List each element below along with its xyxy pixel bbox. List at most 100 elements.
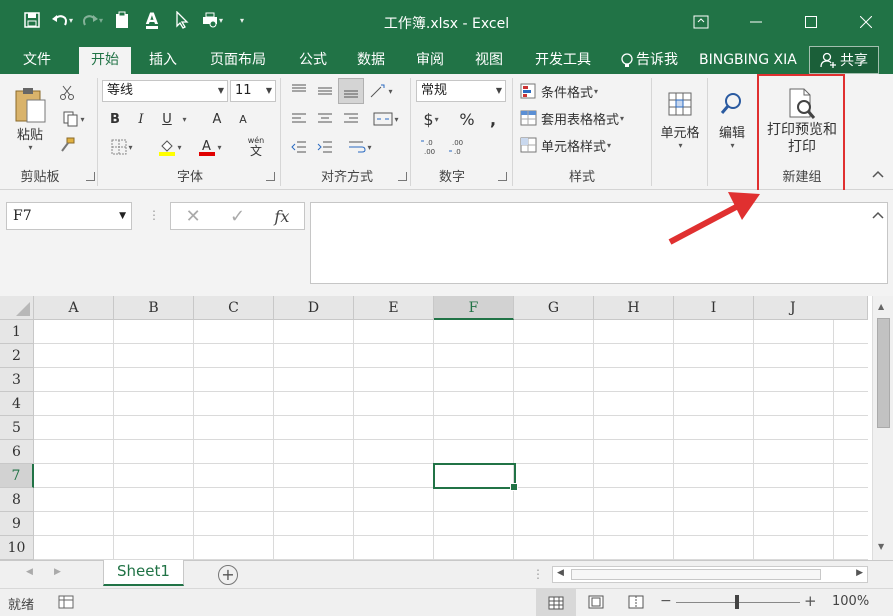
name-box[interactable]: F7 ▼ xyxy=(6,202,132,230)
zoom-out-button[interactable]: − xyxy=(660,593,672,609)
column-header-h[interactable]: H xyxy=(594,296,674,320)
align-bottom-icon[interactable] xyxy=(338,78,364,104)
cell-area[interactable] xyxy=(34,320,868,560)
vertical-scroll-thumb[interactable] xyxy=(877,318,890,428)
tab-page-layout[interactable]: 页面布局 xyxy=(200,47,276,74)
cut-icon[interactable] xyxy=(56,82,78,104)
underline-dropdown[interactable]: ▾ xyxy=(178,108,190,130)
column-header-e[interactable]: E xyxy=(354,296,434,320)
maximize-icon[interactable] xyxy=(783,0,838,44)
comma-style-button[interactable]: , xyxy=(482,108,504,130)
font-size-combo[interactable]: 11 ▼ xyxy=(230,80,276,102)
tell-me-box[interactable]: 告诉我 xyxy=(620,47,678,74)
zoom-level[interactable]: 100% xyxy=(832,594,869,609)
font-color-icon[interactable]: A xyxy=(140,8,164,32)
scroll-down-icon[interactable]: ▼ xyxy=(878,542,884,551)
scroll-up-icon[interactable]: ▲ xyxy=(878,302,884,311)
next-sheet-icon[interactable]: ▶ xyxy=(54,567,61,577)
cell-styles-button[interactable]: 单元格样式 ▾ xyxy=(520,134,632,156)
scroll-right-icon[interactable]: ▶ xyxy=(856,568,863,578)
tab-review[interactable]: 审阅 xyxy=(407,47,453,74)
align-top-icon[interactable] xyxy=(288,80,310,102)
format-as-table-button[interactable]: 套用表格格式 ▾ xyxy=(520,107,646,129)
horizontal-scrollbar[interactable]: ◀ ▶ xyxy=(552,566,868,583)
collapse-formula-bar-icon[interactable] xyxy=(872,208,884,222)
zoom-slider-thumb[interactable] xyxy=(735,595,739,609)
scroll-left-icon[interactable]: ◀ xyxy=(557,568,564,578)
shrink-font-button[interactable]: A xyxy=(232,108,254,130)
zoom-in-button[interactable]: + xyxy=(804,592,817,610)
row-header-4[interactable]: 4 xyxy=(0,392,34,416)
pointer-icon[interactable] xyxy=(170,8,194,32)
align-right-icon[interactable] xyxy=(340,108,362,130)
horizontal-scroll-thumb[interactable] xyxy=(571,569,821,580)
add-sheet-icon[interactable]: + xyxy=(218,565,238,585)
tab-file[interactable]: 文件 xyxy=(14,47,60,74)
fill-color-button[interactable]: ▾ xyxy=(152,136,188,158)
decrease-decimal-icon[interactable]: .00.0 xyxy=(446,136,470,158)
font-name-combo[interactable]: 等线 ▼ xyxy=(102,80,228,102)
alignment-launcher-icon[interactable] xyxy=(398,172,407,181)
paste-button[interactable]: 粘贴 ▾ xyxy=(8,80,52,158)
tab-insert[interactable]: 插入 xyxy=(140,47,186,74)
collapse-ribbon-icon[interactable] xyxy=(870,166,886,182)
row-header-6[interactable]: 6 xyxy=(0,440,34,464)
row-header-8[interactable]: 8 xyxy=(0,488,34,512)
row-header-2[interactable]: 2 xyxy=(0,344,34,368)
formula-bar-grip[interactable]: ⋮ xyxy=(148,208,160,222)
formula-input[interactable] xyxy=(310,202,888,284)
font-launcher-icon[interactable] xyxy=(266,172,275,181)
increase-indent-icon[interactable] xyxy=(314,136,336,158)
decrease-indent-icon[interactable] xyxy=(288,136,310,158)
print-preview-qat-icon[interactable]: ▾ xyxy=(200,8,224,32)
tab-developer[interactable]: 开发工具 xyxy=(524,47,602,74)
enter-icon[interactable]: ✓ xyxy=(230,206,245,227)
align-left-icon[interactable] xyxy=(288,108,310,130)
merge-center-icon[interactable]: ▾ xyxy=(368,108,404,130)
number-format-combo[interactable]: 常规 ▼ xyxy=(416,80,506,102)
insert-function-button[interactable]: fx xyxy=(274,207,289,226)
clipboard-launcher-icon[interactable] xyxy=(86,172,95,181)
align-center-icon[interactable] xyxy=(314,108,336,130)
column-header-b[interactable]: B xyxy=(114,296,194,320)
wrap-text-icon[interactable]: ▾ xyxy=(340,136,380,158)
row-header-1[interactable]: 1 xyxy=(0,320,34,344)
phonetic-guide-button[interactable]: wén 文 xyxy=(238,136,274,158)
user-name[interactable]: BINGBING XIA xyxy=(699,47,797,74)
tab-home[interactable]: 开始 xyxy=(79,47,131,74)
redo-icon[interactable]: ▾ xyxy=(80,8,104,32)
ribbon-display-options-icon[interactable] xyxy=(673,0,728,44)
active-cell[interactable] xyxy=(433,463,518,491)
vertical-scrollbar[interactable]: ▲ ▼ xyxy=(872,296,893,560)
row-header-3[interactable]: 3 xyxy=(0,368,34,392)
normal-view-icon[interactable] xyxy=(536,589,576,616)
format-painter-icon[interactable] xyxy=(56,134,78,156)
tab-split-handle[interactable]: ⋮ xyxy=(532,567,544,581)
share-button[interactable]: 共享 xyxy=(809,46,879,74)
sheet-tab-sheet1[interactable]: Sheet1 xyxy=(103,560,184,586)
copy-icon[interactable]: ▾ xyxy=(56,108,92,130)
increase-decimal-icon[interactable]: .0.00 xyxy=(418,136,442,158)
bold-button[interactable]: B xyxy=(104,108,126,130)
minimize-icon[interactable] xyxy=(728,0,783,44)
column-header-i[interactable]: I xyxy=(674,296,754,320)
percent-button[interactable]: % xyxy=(456,108,478,130)
cancel-icon[interactable]: ✕ xyxy=(186,206,201,227)
page-break-view-icon[interactable] xyxy=(628,595,644,613)
underline-button[interactable]: U xyxy=(156,108,178,130)
column-header-j[interactable]: J xyxy=(754,296,868,320)
borders-button[interactable]: ▾ xyxy=(104,136,140,158)
select-all-button[interactable] xyxy=(0,296,34,320)
currency-button[interactable]: $ ▾ xyxy=(416,108,446,130)
row-header-10[interactable]: 10 xyxy=(0,536,34,560)
align-middle-icon[interactable] xyxy=(314,80,336,102)
undo-icon[interactable]: ▾ xyxy=(50,8,74,32)
orientation-icon[interactable]: ▾ xyxy=(368,80,394,102)
save-icon[interactable] xyxy=(20,8,44,32)
prev-sheet-icon[interactable]: ◀ xyxy=(26,567,33,577)
row-header-9[interactable]: 9 xyxy=(0,512,34,536)
editing-button[interactable]: 编辑 ▾ xyxy=(710,80,754,160)
grow-font-button[interactable]: A xyxy=(206,108,228,130)
macro-record-icon[interactable] xyxy=(58,595,74,613)
row-header-5[interactable]: 5 xyxy=(0,416,34,440)
